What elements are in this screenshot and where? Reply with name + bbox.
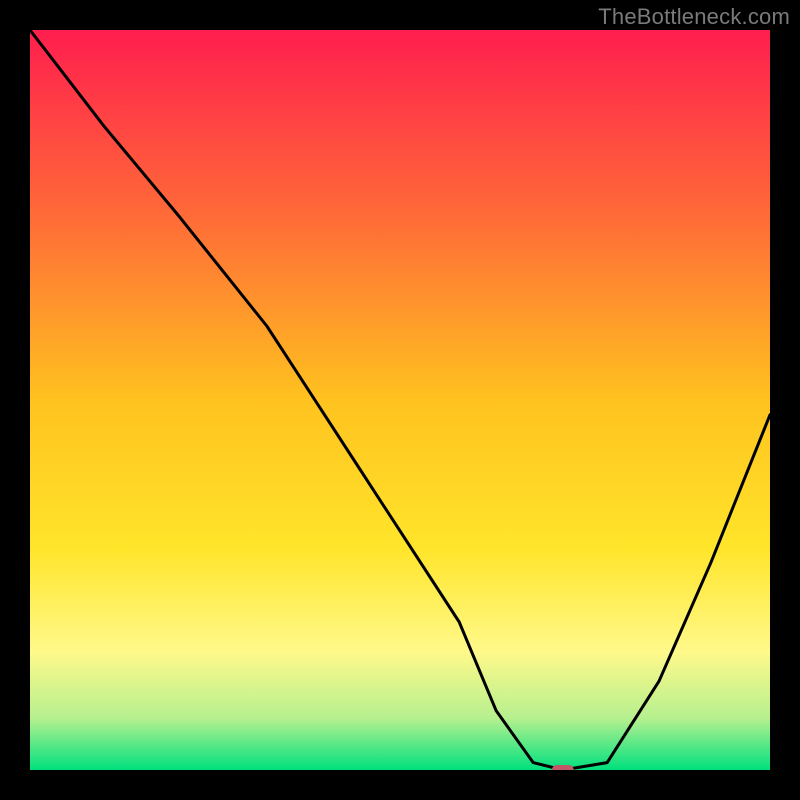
chart-background [30, 30, 770, 770]
attribution-label: TheBottleneck.com [598, 4, 790, 30]
chart-container: TheBottleneck.com [0, 0, 800, 800]
optimal-marker [552, 765, 574, 770]
bottleneck-chart [30, 30, 770, 770]
